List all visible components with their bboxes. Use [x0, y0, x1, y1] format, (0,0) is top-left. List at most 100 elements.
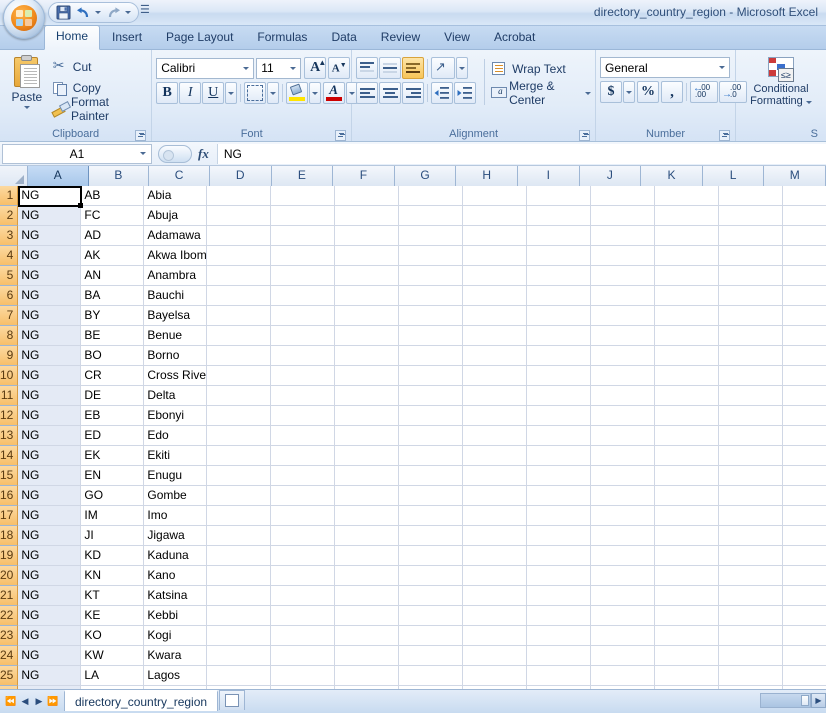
- increase-indent-button[interactable]: [454, 82, 476, 104]
- cell-H8[interactable]: [463, 326, 527, 346]
- cell-L3[interactable]: [719, 226, 783, 246]
- cell-J24[interactable]: [591, 646, 655, 666]
- cell-J22[interactable]: [591, 606, 655, 626]
- cell-E12[interactable]: [271, 406, 335, 426]
- align-center-button[interactable]: [379, 82, 401, 104]
- cut-button[interactable]: Cut: [50, 56, 147, 77]
- cell-A15[interactable]: NG: [18, 466, 81, 486]
- cell-F14[interactable]: [335, 446, 399, 466]
- currency-button[interactable]: $: [600, 81, 622, 103]
- cell-G2[interactable]: [399, 206, 463, 226]
- cell-M10[interactable]: [783, 366, 826, 386]
- cell-E9[interactable]: [271, 346, 335, 366]
- cell-C12[interactable]: Ebonyi: [144, 406, 207, 426]
- row-header-24[interactable]: 24: [0, 646, 18, 666]
- cell-H19[interactable]: [463, 546, 527, 566]
- cell-J25[interactable]: [591, 666, 655, 686]
- cell-L20[interactable]: [719, 566, 783, 586]
- cell-H16[interactable]: [463, 486, 527, 506]
- cell-B20[interactable]: KN: [81, 566, 144, 586]
- cell-J20[interactable]: [591, 566, 655, 586]
- cell-F20[interactable]: [335, 566, 399, 586]
- cell-K4[interactable]: [655, 246, 719, 266]
- cell-M6[interactable]: [783, 286, 826, 306]
- cell-K13[interactable]: [655, 426, 719, 446]
- cell-C8[interactable]: Benue: [144, 326, 207, 346]
- cell-J10[interactable]: [591, 366, 655, 386]
- cell-E16[interactable]: [271, 486, 335, 506]
- cell-I9[interactable]: [527, 346, 591, 366]
- cell-K23[interactable]: [655, 626, 719, 646]
- cell-H10[interactable]: [463, 366, 527, 386]
- cell-I24[interactable]: [527, 646, 591, 666]
- cell-C16[interactable]: Gombe: [144, 486, 207, 506]
- cell-E15[interactable]: [271, 466, 335, 486]
- cell-J18[interactable]: [591, 526, 655, 546]
- row-header-18[interactable]: 18: [0, 526, 18, 546]
- cell-I5[interactable]: [527, 266, 591, 286]
- cell-K1[interactable]: [655, 186, 719, 206]
- cell-E4[interactable]: [271, 246, 335, 266]
- cell-D11[interactable]: [207, 386, 271, 406]
- cell-K16[interactable]: [655, 486, 719, 506]
- cell-I15[interactable]: [527, 466, 591, 486]
- cell-G6[interactable]: [399, 286, 463, 306]
- row-header-25[interactable]: 25: [0, 666, 18, 686]
- cell-E3[interactable]: [271, 226, 335, 246]
- cell-L17[interactable]: [719, 506, 783, 526]
- cell-C23[interactable]: Kogi: [144, 626, 207, 646]
- formula-input[interactable]: NG: [217, 144, 826, 164]
- underline-dropdown[interactable]: [225, 82, 237, 104]
- cell-I17[interactable]: [527, 506, 591, 526]
- cell-B12[interactable]: EB: [81, 406, 144, 426]
- cell-H9[interactable]: [463, 346, 527, 366]
- cell-I25[interactable]: [527, 666, 591, 686]
- cell-L9[interactable]: [719, 346, 783, 366]
- underline-button[interactable]: U: [202, 82, 224, 104]
- horizontal-scrollbar[interactable]: ▶: [760, 692, 826, 709]
- conditional-formatting-button[interactable]: ≤≥ Conditional Formatting: [740, 55, 822, 107]
- select-all-button[interactable]: [0, 166, 28, 186]
- cell-E25[interactable]: [271, 666, 335, 686]
- cell-M15[interactable]: [783, 466, 826, 486]
- row-header-14[interactable]: 14: [0, 446, 18, 466]
- cell-M9[interactable]: [783, 346, 826, 366]
- shrink-font-button[interactable]: A▼: [328, 57, 350, 79]
- cell-K5[interactable]: [655, 266, 719, 286]
- cell-E24[interactable]: [271, 646, 335, 666]
- cell-L1[interactable]: [719, 186, 783, 206]
- cell-J4[interactable]: [591, 246, 655, 266]
- row-header-7[interactable]: 7: [0, 306, 18, 326]
- cell-H4[interactable]: [463, 246, 527, 266]
- scrollbar-thumb[interactable]: [801, 695, 809, 706]
- cell-H7[interactable]: [463, 306, 527, 326]
- cell-G11[interactable]: [399, 386, 463, 406]
- cell-A7[interactable]: NG: [18, 306, 81, 326]
- cell-B1[interactable]: AB: [81, 186, 144, 206]
- insert-worksheet-icon[interactable]: [219, 690, 245, 710]
- decrease-indent-button[interactable]: [431, 82, 453, 104]
- column-header-k[interactable]: K: [641, 166, 703, 186]
- cell-M16[interactable]: [783, 486, 826, 506]
- cell-L13[interactable]: [719, 426, 783, 446]
- cell-H15[interactable]: [463, 466, 527, 486]
- cell-L7[interactable]: [719, 306, 783, 326]
- cell-H25[interactable]: [463, 666, 527, 686]
- cell-I13[interactable]: [527, 426, 591, 446]
- cell-B7[interactable]: BY: [81, 306, 144, 326]
- cell-E19[interactable]: [271, 546, 335, 566]
- cell-H22[interactable]: [463, 606, 527, 626]
- cell-M1[interactable]: [783, 186, 826, 206]
- cell-G7[interactable]: [399, 306, 463, 326]
- cell-H18[interactable]: [463, 526, 527, 546]
- cell-D1[interactable]: [207, 186, 271, 206]
- cell-L12[interactable]: [719, 406, 783, 426]
- row-header-4[interactable]: 4: [0, 246, 18, 266]
- cell-H20[interactable]: [463, 566, 527, 586]
- cell-C22[interactable]: Kebbi: [144, 606, 207, 626]
- cell-A10[interactable]: NG: [18, 366, 81, 386]
- scrollbar-track[interactable]: [760, 693, 811, 708]
- cell-D7[interactable]: [207, 306, 271, 326]
- cell-F12[interactable]: [335, 406, 399, 426]
- cell-F16[interactable]: [335, 486, 399, 506]
